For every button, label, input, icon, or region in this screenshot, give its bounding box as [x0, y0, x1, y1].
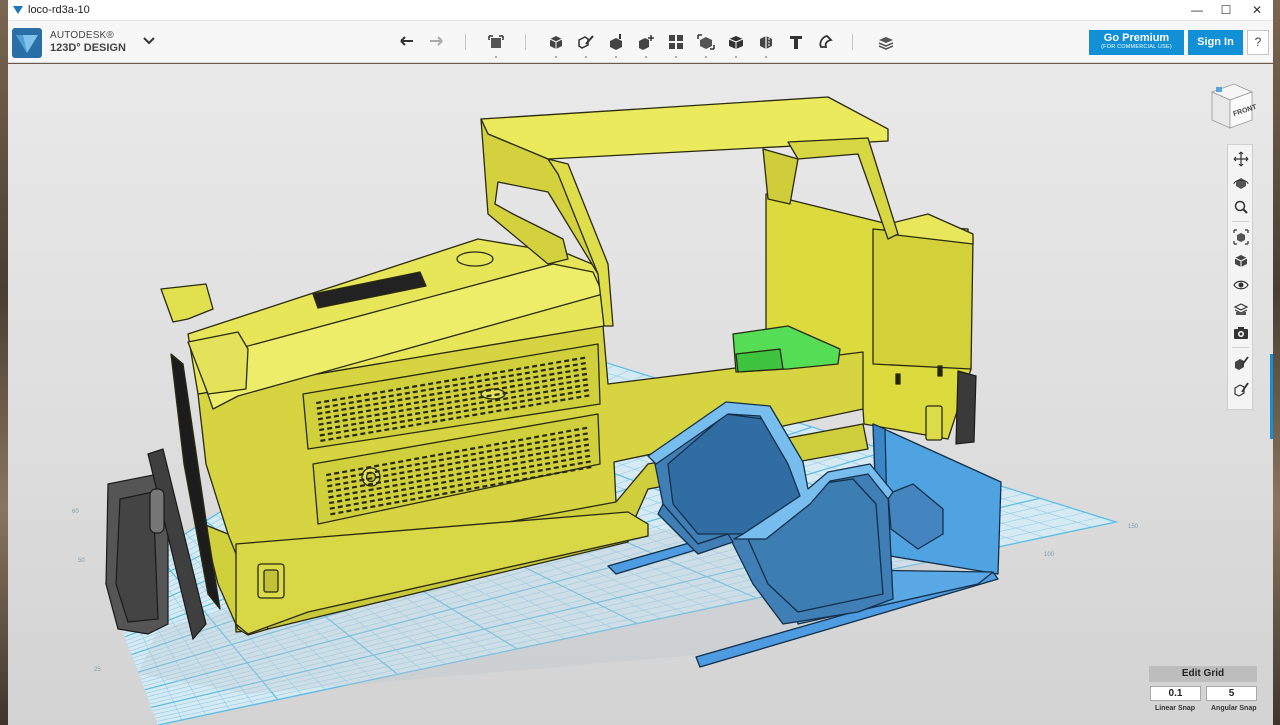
- main-toolbar: AUTODESK® 123D° DESIGN Go Premium (FOR C…: [8, 21, 1273, 63]
- material-icon: [878, 37, 894, 50]
- material-button[interactable]: [875, 31, 897, 53]
- cab-rear-side: [872, 228, 974, 370]
- brand-company: AUTODESK®: [50, 30, 114, 41]
- undo-icon: [400, 36, 413, 46]
- construct-button[interactable]: [605, 31, 627, 58]
- edit-grid-button[interactable]: Edit Grid: [1149, 666, 1257, 682]
- text-button[interactable]: [785, 31, 807, 53]
- hood-filler-cap: [456, 251, 494, 267]
- window-title: loco-rd3a-10: [28, 4, 90, 16]
- orbit-icon: [1233, 177, 1248, 189]
- close-button[interactable]: ✕: [1242, 0, 1272, 21]
- grouping-button[interactable]: [695, 31, 717, 58]
- minimize-button[interactable]: —: [1182, 0, 1212, 21]
- navigation-bar: [1227, 144, 1253, 410]
- measure-icon: [760, 36, 772, 49]
- pan-button[interactable]: [1231, 149, 1250, 168]
- fit-icon: [1232, 228, 1249, 245]
- desktop-edge-right: [1273, 0, 1280, 725]
- modify-icon: [639, 35, 654, 50]
- angular-snap-input[interactable]: 5: [1206, 686, 1257, 701]
- transform-button[interactable]: [485, 31, 507, 58]
- grid-tick-label: 100: [1044, 552, 1055, 558]
- grid-tick-label: 150: [1128, 524, 1139, 530]
- side-panel-tab[interactable]: [1270, 354, 1273, 439]
- view-mode-button[interactable]: [1231, 251, 1250, 270]
- step-handle-rear: [925, 405, 943, 441]
- brand-product: 123D° DESIGN: [50, 42, 126, 54]
- redo-icon: [430, 36, 443, 46]
- vent-badge: [480, 388, 506, 400]
- text-icon: [790, 36, 802, 49]
- angular-snap-label: Angular Snap: [1211, 705, 1257, 712]
- go-premium-label: Go Premium: [1103, 32, 1170, 44]
- grid-tick-label: 60: [72, 509, 79, 515]
- sign-in-button[interactable]: Sign In: [1188, 30, 1243, 55]
- combine-button[interactable]: [725, 31, 747, 58]
- pattern-button[interactable]: [665, 31, 687, 58]
- toolbar-separator: [852, 34, 853, 50]
- front-buffer-blocks: [160, 283, 214, 323]
- redo-button[interactable]: [425, 31, 447, 53]
- small-window-left: [895, 373, 901, 385]
- app-window: loco-rd3a-10 — ☐ ✕ AUTODESK® 123D° DESIG…: [0, 0, 1280, 725]
- go-premium-button[interactable]: Go Premium (FOR COMMERCIAL USE): [1089, 30, 1184, 55]
- snap-button[interactable]: [815, 31, 837, 53]
- fit-button[interactable]: [1231, 227, 1250, 246]
- materials-outline-icon: [1233, 302, 1248, 315]
- pan-icon: [1233, 151, 1248, 166]
- visibility-icon: [1232, 280, 1249, 289]
- app-logo-icon: [13, 6, 23, 14]
- primitives-button[interactable]: [545, 31, 567, 58]
- transform-icon: [488, 35, 504, 48]
- undo-button[interactable]: [396, 31, 418, 53]
- grid-tick-label: 25: [94, 667, 101, 673]
- maximize-button[interactable]: ☐: [1211, 0, 1241, 21]
- coupler-pin: [149, 488, 165, 534]
- grid-tick-label: 50: [78, 558, 85, 564]
- toolbar-separator: [525, 34, 526, 50]
- grouping-icon: [697, 34, 715, 50]
- app-menu-chevron-icon[interactable]: [142, 35, 156, 47]
- snap-tool-icon: [1234, 355, 1249, 370]
- help-button[interactable]: ?: [1247, 30, 1269, 55]
- snap-tool-button[interactable]: [1231, 353, 1250, 372]
- view-cube[interactable]: FRONT: [1204, 78, 1256, 134]
- zoom-icon: [1234, 200, 1248, 214]
- grid-settings-panel: Edit Grid 0.1 5 Linear Snap Angular Snap: [1149, 666, 1259, 722]
- small-window-right: [937, 365, 943, 377]
- analysis-button[interactable]: [1231, 379, 1250, 398]
- rear-buffer-block: [955, 370, 977, 445]
- primitives-icon: [549, 36, 563, 49]
- snap-icon: [819, 35, 833, 48]
- title-bar: loco-rd3a-10 — ☐ ✕: [8, 0, 1273, 21]
- measure-button[interactable]: [755, 31, 777, 58]
- analysis-icon: [1233, 382, 1249, 397]
- step-handle-inner: [263, 569, 279, 593]
- navbar-separator: [1232, 347, 1249, 348]
- autodesk-logo-icon: [12, 28, 42, 58]
- toolbar-separator: [465, 34, 466, 50]
- linear-snap-label: Linear Snap: [1155, 705, 1196, 712]
- combine-icon: [728, 36, 744, 49]
- desktop-edge-left: [0, 0, 8, 725]
- pattern-icon: [669, 35, 683, 49]
- scene-canvas[interactable]: 60 50 25 100 150: [8, 64, 1273, 725]
- sketch-icon: [578, 35, 594, 49]
- zoom-button[interactable]: [1231, 197, 1250, 216]
- navbar-separator: [1232, 221, 1249, 222]
- screenshot-button[interactable]: [1231, 323, 1250, 342]
- materials-outline-button[interactable]: [1231, 299, 1250, 318]
- go-premium-sublabel: (FOR COMMERCIAL USE): [1101, 44, 1172, 50]
- sketch-button[interactable]: [575, 31, 597, 58]
- modify-button[interactable]: [635, 31, 657, 58]
- screenshot-icon: [1233, 326, 1248, 339]
- linear-snap-input[interactable]: 0.1: [1150, 686, 1201, 701]
- 3d-viewport[interactable]: 60 50 25 100 150 FRONT Edit Grid 0.1 5 L…: [8, 64, 1273, 725]
- construct-icon: [610, 34, 622, 50]
- orbit-button[interactable]: [1231, 173, 1250, 192]
- visibility-button[interactable]: [1231, 275, 1250, 294]
- cab-window-frame-right: [762, 148, 799, 205]
- view-mode-icon: [1234, 254, 1247, 267]
